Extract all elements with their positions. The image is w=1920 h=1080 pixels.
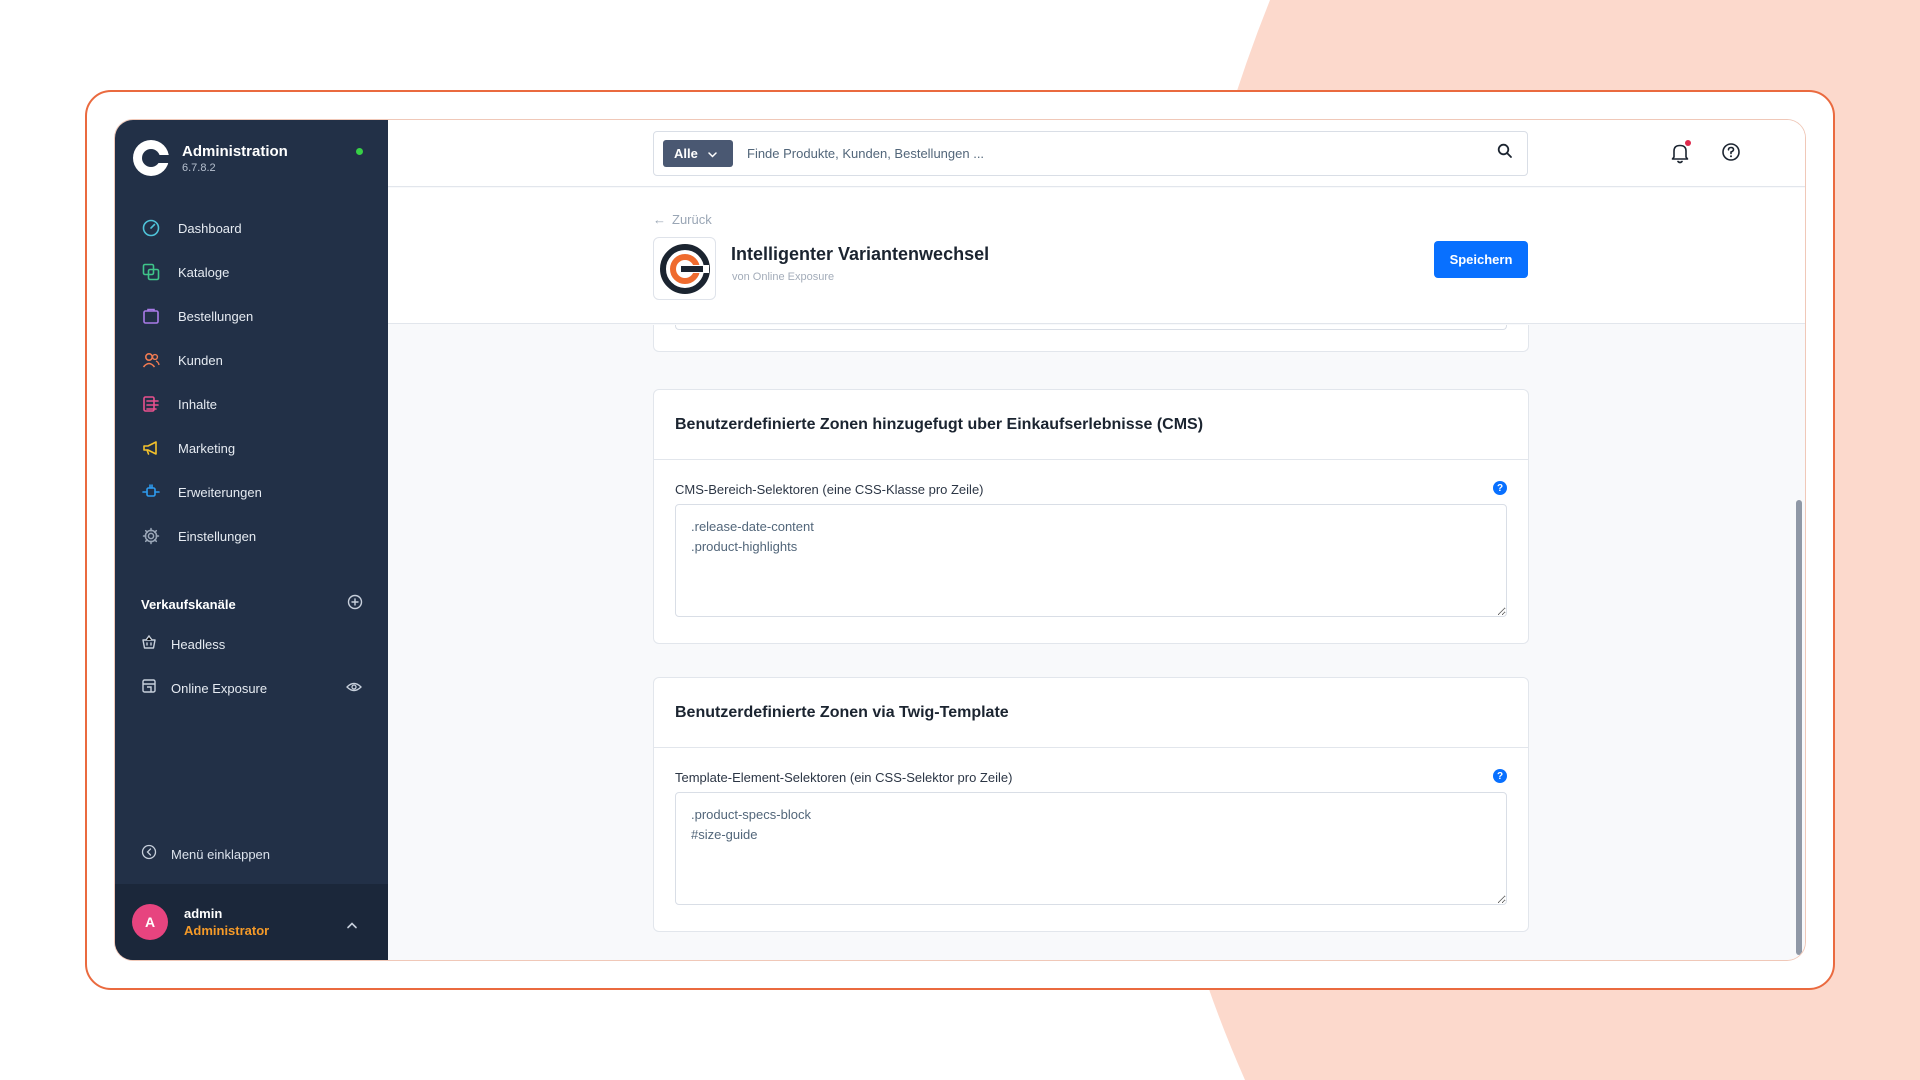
avatar: A bbox=[132, 904, 168, 940]
orders-icon bbox=[141, 306, 161, 326]
channel-label: Online Exposure bbox=[171, 680, 268, 696]
sidebar-item-label: Erweiterungen bbox=[178, 484, 262, 500]
brand-version: 6.7.8.2 bbox=[182, 161, 216, 174]
help-info-icon[interactable]: ? bbox=[1493, 769, 1507, 783]
cms-selectors-textarea[interactable]: .release-date-content .product-highlight… bbox=[675, 504, 1507, 617]
sidebar-item-customers[interactable]: Kunden bbox=[115, 338, 388, 382]
catalog-icon bbox=[141, 262, 161, 282]
content-icon bbox=[141, 394, 161, 414]
collapse-menu-button[interactable]: Menü einklappen bbox=[141, 844, 270, 865]
sidebar-item-extensions[interactable]: Erweiterungen bbox=[115, 470, 388, 514]
main-area: Alle ← Zurück bbox=[388, 120, 1805, 960]
megaphone-icon bbox=[141, 438, 161, 458]
sidebar-item-label: Kataloge bbox=[178, 264, 230, 280]
shopware-logo-icon bbox=[133, 140, 171, 176]
main-nav: Dashboard Kataloge Bestellungen Kunden I… bbox=[115, 206, 388, 558]
add-circle-icon[interactable] bbox=[347, 594, 363, 615]
bell-icon[interactable] bbox=[1670, 142, 1690, 169]
page-header: ← Zurück Intelligenter Variantenwechsel … bbox=[388, 188, 1805, 324]
help-info-icon[interactable]: ? bbox=[1493, 481, 1507, 495]
sidebar-item-marketing[interactable]: Marketing bbox=[115, 426, 388, 470]
notification-badge bbox=[1685, 140, 1691, 146]
back-label: Zurück bbox=[672, 212, 712, 227]
global-search: Alle bbox=[653, 131, 1528, 176]
sidebar-item-label: Dashboard bbox=[178, 220, 242, 236]
field-label: Template-Element-Selektoren (ein CSS-Sel… bbox=[675, 770, 1013, 785]
basket-icon bbox=[141, 634, 157, 655]
online-exposure-logo-icon bbox=[659, 243, 710, 294]
sidebar-item-content[interactable]: Inhalte bbox=[115, 382, 388, 426]
brand[interactable]: Administration 6.7.8.2 bbox=[133, 140, 288, 176]
search-icon[interactable] bbox=[1497, 143, 1513, 164]
chevron-down-icon bbox=[708, 146, 717, 161]
sidebar-item-label: Bestellungen bbox=[178, 308, 254, 324]
admin-app: Administration 6.7.8.2 Dashboard Katalog… bbox=[115, 120, 1805, 960]
cms-zones-card: Benutzerdefinierte Zonen hinzugefugt ube… bbox=[653, 389, 1529, 644]
save-button[interactable]: Speichern bbox=[1434, 241, 1528, 278]
gear-icon bbox=[141, 526, 161, 546]
sidebar-item-dashboard[interactable]: Dashboard bbox=[115, 206, 388, 250]
card-title: Benutzerdefinierte Zonen hinzugefugt ube… bbox=[654, 390, 1528, 460]
sidebar-item-label: Kunden bbox=[178, 352, 223, 368]
field-label: CMS-Bereich-Selektoren (eine CSS-Klasse … bbox=[675, 482, 984, 497]
user-name: admin bbox=[184, 906, 223, 921]
sales-channels-header: Verkaufskanäle bbox=[141, 594, 363, 615]
channel-label: Headless bbox=[171, 636, 226, 652]
sales-channel-list: Headless Online Exposure bbox=[115, 622, 388, 710]
sales-channel-headless[interactable]: Headless bbox=[115, 622, 388, 666]
collapse-arrow-icon bbox=[141, 844, 157, 865]
top-bar: Alle bbox=[388, 120, 1805, 187]
chevron-up-icon[interactable] bbox=[346, 916, 358, 934]
sales-channels-title: Verkaufskanäle bbox=[141, 597, 236, 612]
search-type-dropdown[interactable]: Alle bbox=[663, 140, 733, 167]
user-profile[interactable]: A admin Administrator bbox=[115, 884, 388, 960]
sidebar-item-label: Einstellungen bbox=[178, 528, 257, 544]
scrollbar[interactable] bbox=[1796, 500, 1802, 955]
collapse-menu-label: Menü einklappen bbox=[171, 847, 271, 862]
sidebar-item-catalogs[interactable]: Kataloge bbox=[115, 250, 388, 294]
sidebar-item-label: Marketing bbox=[178, 440, 236, 456]
previous-field bbox=[675, 325, 1507, 330]
sidebar: Administration 6.7.8.2 Dashboard Katalog… bbox=[115, 120, 388, 960]
card-title: Benutzerdefinierte Zonen via Twig-Templa… bbox=[654, 678, 1528, 748]
sidebar-item-settings[interactable]: Einstellungen bbox=[115, 514, 388, 558]
arrow-left-icon: ← bbox=[653, 212, 666, 227]
content-scroll-area[interactable]: Benutzerdefinierte Zonen hinzugefugt ube… bbox=[388, 325, 1805, 960]
search-type-label: Alle bbox=[674, 146, 698, 161]
sidebar-item-orders[interactable]: Bestellungen bbox=[115, 294, 388, 338]
plug-icon bbox=[141, 482, 161, 502]
brand-title: Administration bbox=[182, 142, 288, 160]
online-status-dot bbox=[356, 148, 363, 155]
previous-card bbox=[653, 325, 1529, 352]
search-input[interactable] bbox=[747, 146, 1497, 161]
plugin-logo bbox=[653, 237, 716, 300]
dashboard-icon bbox=[141, 218, 161, 238]
user-role: Administrator bbox=[184, 923, 270, 938]
customers-icon bbox=[141, 350, 161, 370]
sidebar-item-label: Inhalte bbox=[178, 396, 218, 412]
storefront-icon bbox=[141, 678, 157, 699]
sales-channel-online-exposure[interactable]: Online Exposure bbox=[115, 666, 388, 710]
eye-icon[interactable] bbox=[346, 680, 362, 698]
back-link[interactable]: ← Zurück bbox=[653, 212, 712, 227]
help-icon[interactable] bbox=[1721, 142, 1741, 167]
plugin-vendor: von Online Exposure bbox=[732, 271, 835, 283]
page-title: Intelligenter Variantenwechsel bbox=[731, 244, 990, 264]
twig-zones-card: Benutzerdefinierte Zonen via Twig-Templa… bbox=[653, 677, 1529, 932]
template-selectors-textarea[interactable]: .product-specs-block #size-guide bbox=[675, 792, 1507, 905]
